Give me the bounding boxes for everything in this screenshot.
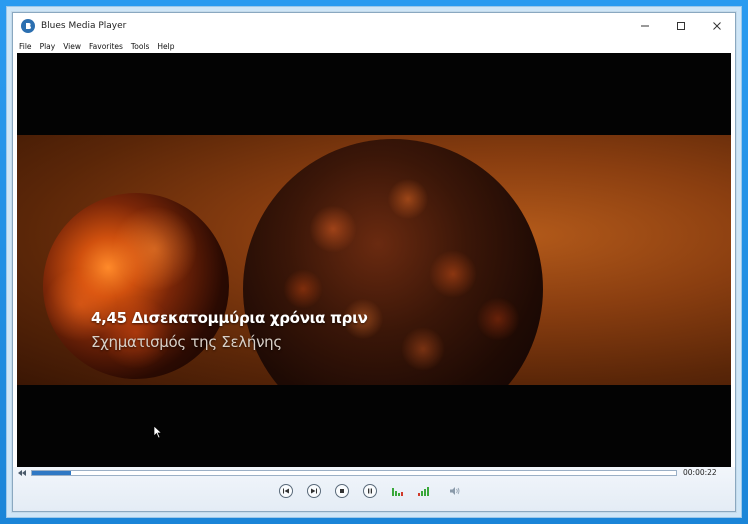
- close-icon: [713, 22, 721, 30]
- close-button[interactable]: [699, 13, 735, 39]
- menu-play[interactable]: Play: [40, 42, 56, 51]
- video-caption-title: 4,45 Δισεκατομμύρια χρόνια πριν: [91, 309, 368, 327]
- menu-tools[interactable]: Tools: [131, 42, 149, 51]
- menu-view[interactable]: View: [63, 42, 81, 51]
- video-caption-subtitle: Σχηματισμός της Σελήνης: [91, 333, 282, 351]
- pause-icon: [368, 488, 372, 494]
- minimize-icon: [641, 25, 649, 27]
- volume-icon[interactable]: [449, 485, 461, 497]
- menu-bar: File Play View Favorites Tools Help: [13, 39, 735, 53]
- seek-row: 00:00:22: [13, 467, 735, 479]
- video-display[interactable]: 4,45 Δισεκατομμύρια χρόνια πριν Σχηματισ…: [17, 53, 731, 467]
- elapsed-time: 00:00:22: [683, 468, 717, 477]
- large-planet-image: [243, 139, 543, 385]
- playback-controls: 00:00:22: [13, 467, 735, 511]
- previous-icon: [283, 488, 289, 494]
- next-icon: [311, 488, 317, 494]
- title-bar[interactable]: Blues Media Player: [13, 13, 735, 39]
- equalizer-icon[interactable]: [391, 485, 405, 497]
- maximize-button[interactable]: [663, 13, 699, 39]
- signal-level-icon[interactable]: [417, 485, 431, 497]
- minimize-button[interactable]: [627, 13, 663, 39]
- menu-help[interactable]: Help: [157, 42, 174, 51]
- small-planet-image: [43, 193, 229, 379]
- menu-favorites[interactable]: Favorites: [89, 42, 123, 51]
- menu-file[interactable]: File: [19, 42, 32, 51]
- seek-bar-progress: [32, 471, 71, 475]
- control-buttons: [13, 481, 735, 509]
- next-button[interactable]: [307, 484, 321, 498]
- previous-button[interactable]: [279, 484, 293, 498]
- window-title: Blues Media Player: [41, 21, 127, 31]
- video-frame: 4,45 Δισεκατομμύρια χρόνια πριν Σχηματισ…: [17, 135, 731, 385]
- media-player-window: Blues Media Player File Play View Favori…: [12, 12, 736, 512]
- seek-bar[interactable]: [31, 470, 677, 476]
- maximize-icon: [677, 22, 685, 30]
- mouse-cursor-icon: [153, 425, 163, 439]
- stop-button[interactable]: [335, 484, 349, 498]
- stop-icon: [340, 489, 344, 493]
- app-logo-icon: [21, 19, 35, 33]
- rewind-small-icon[interactable]: [17, 469, 27, 477]
- pause-button[interactable]: [363, 484, 377, 498]
